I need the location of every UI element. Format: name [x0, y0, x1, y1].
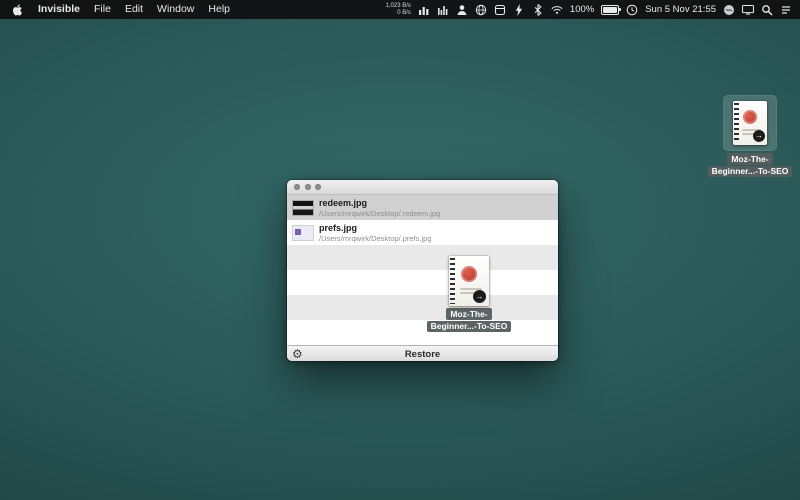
- label-line: Moz-The-: [727, 153, 772, 165]
- desktop: Invisible File Edit Window Help 1,023 B/…: [0, 0, 800, 500]
- moz-logo-badge: [743, 110, 757, 124]
- label-line: Moz-The-: [446, 308, 491, 320]
- dragged-file[interactable]: Moz-The- Beginner...-To-SEO: [407, 256, 531, 332]
- display-icon[interactable]: [742, 4, 754, 16]
- desktop-icon-selection: [724, 96, 776, 150]
- menu-file[interactable]: File: [87, 0, 118, 19]
- apple-icon: [12, 4, 23, 16]
- file-path: /Users/mrqwirk/Desktop/.redeem.jpg: [319, 209, 440, 218]
- file-path: /Users/mrqwirk/Desktop/.prefs.jpg: [319, 234, 432, 243]
- battery-percent: 100%: [570, 4, 594, 15]
- file-name: prefs.jpg: [319, 223, 432, 234]
- label-line: Beginner...-To-SEO: [427, 321, 512, 333]
- arrow-badge-icon: [473, 290, 486, 303]
- menu-help[interactable]: Help: [201, 0, 237, 19]
- box-icon[interactable]: [494, 4, 506, 16]
- close-button[interactable]: [294, 184, 300, 190]
- gear-icon[interactable]: [292, 347, 303, 361]
- file-thumbnail-redeem: [293, 201, 313, 215]
- globe-icon[interactable]: [475, 4, 487, 16]
- dragged-file-label: Moz-The- Beginner...-To-SEO: [427, 308, 512, 332]
- meter-icon[interactable]: [437, 4, 449, 16]
- desktop-icon-label: Moz-The- Beginner...-To-SEO: [708, 153, 793, 177]
- bolt-icon[interactable]: [513, 4, 525, 16]
- menu-bar: Invisible File Edit Window Help 1,023 B/…: [0, 0, 800, 19]
- notebook-document-icon: [733, 101, 767, 145]
- spotlight-icon[interactable]: [761, 4, 773, 16]
- notebook-document-icon: [449, 256, 489, 306]
- battery-icon[interactable]: [601, 5, 619, 15]
- person-icon[interactable]: [456, 4, 468, 16]
- restore-button[interactable]: Restore: [405, 349, 440, 360]
- menubar-clock[interactable]: Sun 5 Nov 21:55: [645, 4, 716, 15]
- file-thumbnail-prefs: [293, 226, 313, 240]
- notification-center-icon[interactable]: [780, 4, 792, 16]
- network-throughput[interactable]: 1,023 B/s 0 B/s: [386, 3, 411, 17]
- arrow-badge-icon: [753, 130, 765, 142]
- spiral-binding: [450, 258, 455, 304]
- desktop-icon-moz-seo[interactable]: Moz-The- Beginner...-To-SEO: [706, 96, 794, 177]
- wifi-icon[interactable]: [551, 4, 563, 16]
- clock-icon[interactable]: [626, 4, 638, 16]
- menu-edit[interactable]: Edit: [118, 0, 150, 19]
- list-item-redeem[interactable]: redeem.jpg /Users/mrqwirk/Desktop/.redee…: [287, 195, 558, 220]
- zoom-button[interactable]: [315, 184, 321, 190]
- file-name: redeem.jpg: [319, 198, 440, 209]
- siri-icon[interactable]: [723, 4, 735, 16]
- apple-menu[interactable]: [6, 4, 31, 16]
- window-titlebar[interactable]: [287, 180, 558, 195]
- menu-bar-status-area: 1,023 B/s 0 B/s: [386, 3, 794, 17]
- invisible-window: redeem.jpg /Users/mrqwirk/Desktop/.redee…: [287, 180, 558, 361]
- menu-window[interactable]: Window: [150, 0, 201, 19]
- app-menu-invisible[interactable]: Invisible: [31, 0, 87, 19]
- network-down-rate: 0 B/s: [397, 10, 411, 17]
- chart-icon[interactable]: [418, 4, 430, 16]
- bluetooth-icon[interactable]: [532, 4, 544, 16]
- minimize-button[interactable]: [305, 184, 311, 190]
- spiral-binding: [734, 103, 739, 143]
- network-up-rate: 1,023 B/s: [386, 3, 411, 10]
- window-toolbar: Restore: [287, 345, 558, 361]
- label-line: Beginner...-To-SEO: [708, 166, 793, 178]
- list-item-prefs[interactable]: prefs.jpg /Users/mrqwirk/Desktop/.prefs.…: [287, 220, 558, 245]
- moz-logo-badge: [461, 266, 477, 282]
